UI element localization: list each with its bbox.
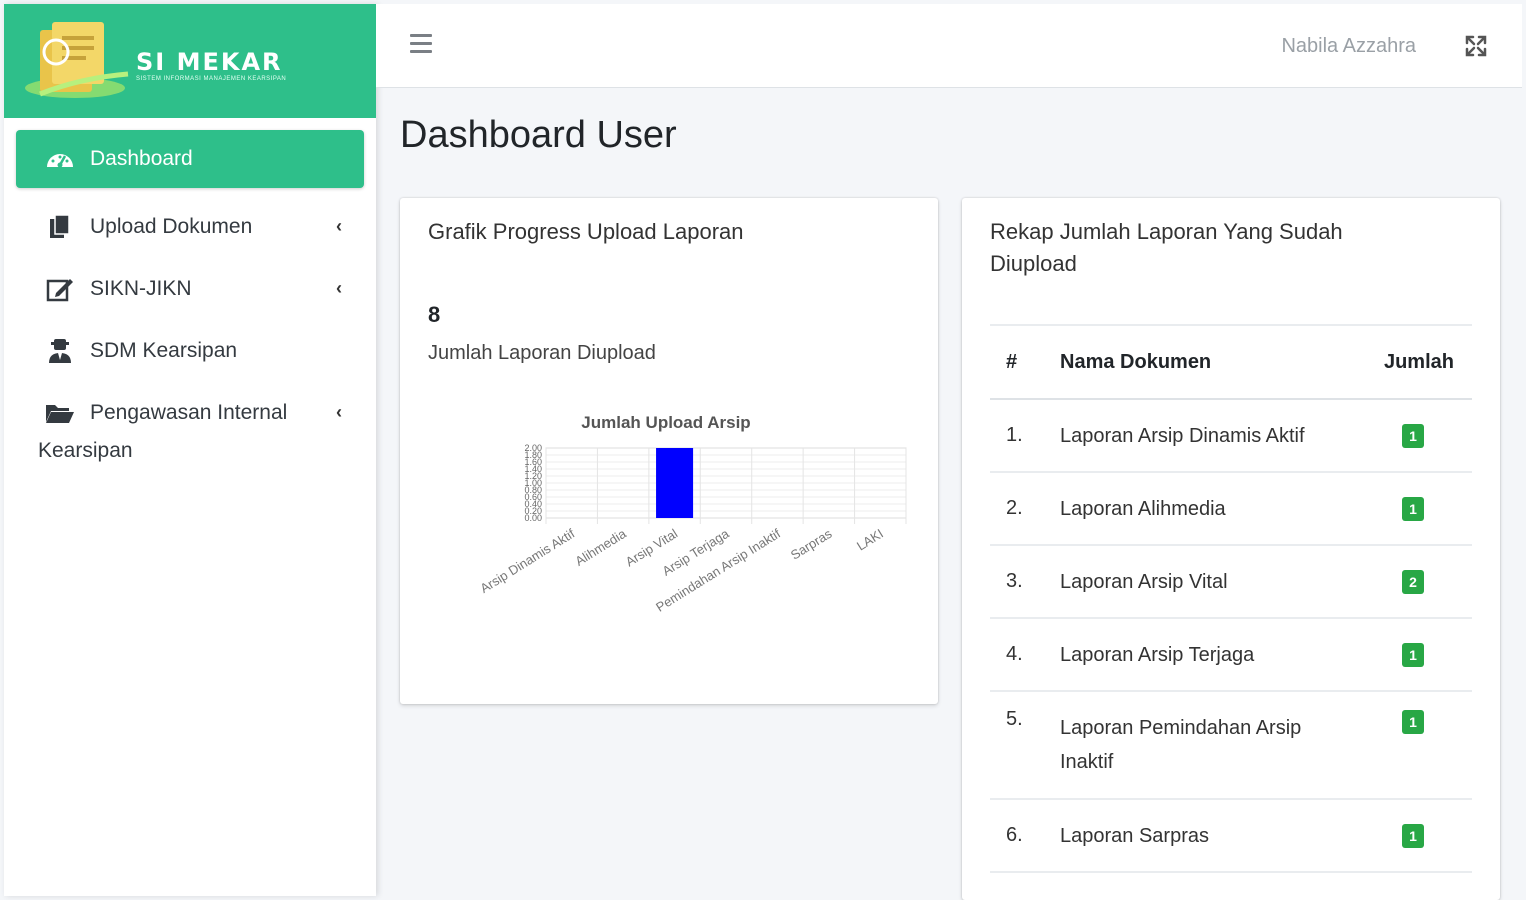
sidebar-item-label: SIKN-JIKN (90, 277, 192, 300)
table-row: 1. Laporan Arsip Dinamis Aktif 1 (990, 399, 1472, 473)
column-header-number: # (990, 324, 1060, 400)
sidebar-item-upload-dokumen[interactable]: Upload Dokumen ‹ (16, 196, 364, 258)
column-header-name: Nama Dokumen (1060, 324, 1354, 400)
x-tick-label: LAKI (854, 526, 886, 554)
count-badge: 1 (1402, 496, 1424, 521)
sidebar: SI MEKAR SISTEM INFORMASI MANAJEMEN KEAR… (4, 4, 376, 896)
sidebar-item-pengawasan-internal[interactable]: Pengawasan Internal Kearsipan ‹ (16, 382, 364, 480)
row-number: 1. (990, 399, 1060, 473)
x-tick-label: Arsip Dinamis Aktif (477, 526, 577, 596)
topbar: Nabila Azzahra (376, 4, 1522, 88)
edit-icon (44, 276, 76, 302)
count-badge: 2 (1402, 569, 1424, 594)
x-tick-label: Alihmedia (572, 525, 629, 568)
progress-chart-card: Grafik Progress Upload Laporan 8 Jumlah … (400, 198, 938, 704)
chevron-left-icon: ‹ (336, 216, 342, 236)
row-number: 3. (990, 545, 1060, 619)
table-header-row: # Nama Dokumen Jumlah (990, 324, 1472, 400)
expand-icon[interactable] (1464, 34, 1488, 58)
user-name[interactable]: Nabila Azzahra (1281, 35, 1416, 58)
sidebar-item-dashboard[interactable]: Dashboard (16, 130, 364, 188)
card-title: Grafik Progress Upload Laporan (428, 219, 744, 244)
document-name: Laporan Sarpras (1060, 799, 1354, 873)
table-row: 4. Laporan Arsip Terjaga 1 (990, 618, 1472, 692)
count-badge: 1 (1402, 823, 1424, 848)
document-name: Laporan Pemindahan Arsip Inaktif (1060, 691, 1354, 800)
count-badge: 1 (1402, 423, 1424, 448)
brand-name: SI MEKAR (136, 48, 283, 76)
sidebar-item-sdm-kearsipan[interactable]: SDM Kearsipan (16, 320, 364, 382)
page-title: Dashboard User (400, 114, 677, 156)
y-tick-label: 2.00 (524, 443, 542, 453)
upload-bar-chart: Jumlah Upload Arsip0.000.200.400.600.801… (477, 413, 907, 615)
document-name: Laporan Alihmedia (1060, 472, 1354, 546)
document-name: Laporan Arsip Vital (1060, 545, 1354, 619)
files-icon (44, 214, 76, 240)
row-number: 5. (990, 691, 1060, 800)
count-badge: 1 (1402, 710, 1424, 734)
sidebar-item-label: Upload Dokumen (90, 215, 253, 238)
row-number: 2. (990, 472, 1060, 546)
chart-title: Jumlah Upload Arsip (581, 413, 750, 432)
row-number: 6. (990, 799, 1060, 873)
hamburger-icon[interactable] (410, 34, 432, 54)
x-tick-label: Sarpras (788, 526, 835, 563)
stat-value: 8 (428, 302, 441, 327)
table-row: 3. Laporan Arsip Vital 2 (990, 545, 1472, 619)
column-header-qty: Jumlah (1354, 324, 1472, 400)
chevron-left-icon: ‹ (336, 402, 342, 422)
card-title: Rekap Jumlah Laporan Yang Sudah Diupload (990, 219, 1343, 276)
recap-table: # Nama Dokumen Jumlah 1. Laporan Arsip D… (990, 324, 1472, 873)
bar (656, 448, 694, 518)
brand[interactable]: SI MEKAR SISTEM INFORMASI MANAJEMEN KEAR… (4, 4, 376, 118)
table-row: 2. Laporan Alihmedia 1 (990, 472, 1472, 546)
count-badge: 1 (1402, 642, 1424, 667)
recap-table-card: Rekap Jumlah Laporan Yang Sudah Diupload… (962, 198, 1500, 900)
gauge-icon (44, 146, 76, 172)
sidebar-item-label: Dashboard (90, 147, 193, 170)
table-row: 5. Laporan Pemindahan Arsip Inaktif 1 (990, 691, 1472, 800)
folder-open-icon (44, 400, 76, 426)
sidebar-item-label-continued: Kearsipan (38, 439, 133, 462)
sidebar-nav: Dashboard Upload Dokumen ‹ SIKN-JIKN ‹ S… (4, 118, 376, 480)
sidebar-item-label: SDM Kearsipan (90, 339, 238, 362)
row-number: 4. (990, 618, 1060, 692)
document-name: Laporan Arsip Terjaga (1060, 618, 1354, 692)
chevron-left-icon: ‹ (336, 278, 342, 298)
table-row: 6. Laporan Sarpras 1 (990, 799, 1472, 873)
brand-subtitle: SISTEM INFORMASI MANAJEMEN KEARSIPAN (136, 76, 287, 82)
sidebar-item-sikn-jikn[interactable]: SIKN-JIKN ‹ (16, 258, 364, 320)
stat-label: Jumlah Laporan Diupload (428, 342, 656, 364)
document-name: Laporan Arsip Dinamis Aktif (1060, 399, 1354, 473)
sidebar-item-label: Pengawasan Internal (90, 401, 288, 424)
user-tie-icon (44, 338, 76, 364)
